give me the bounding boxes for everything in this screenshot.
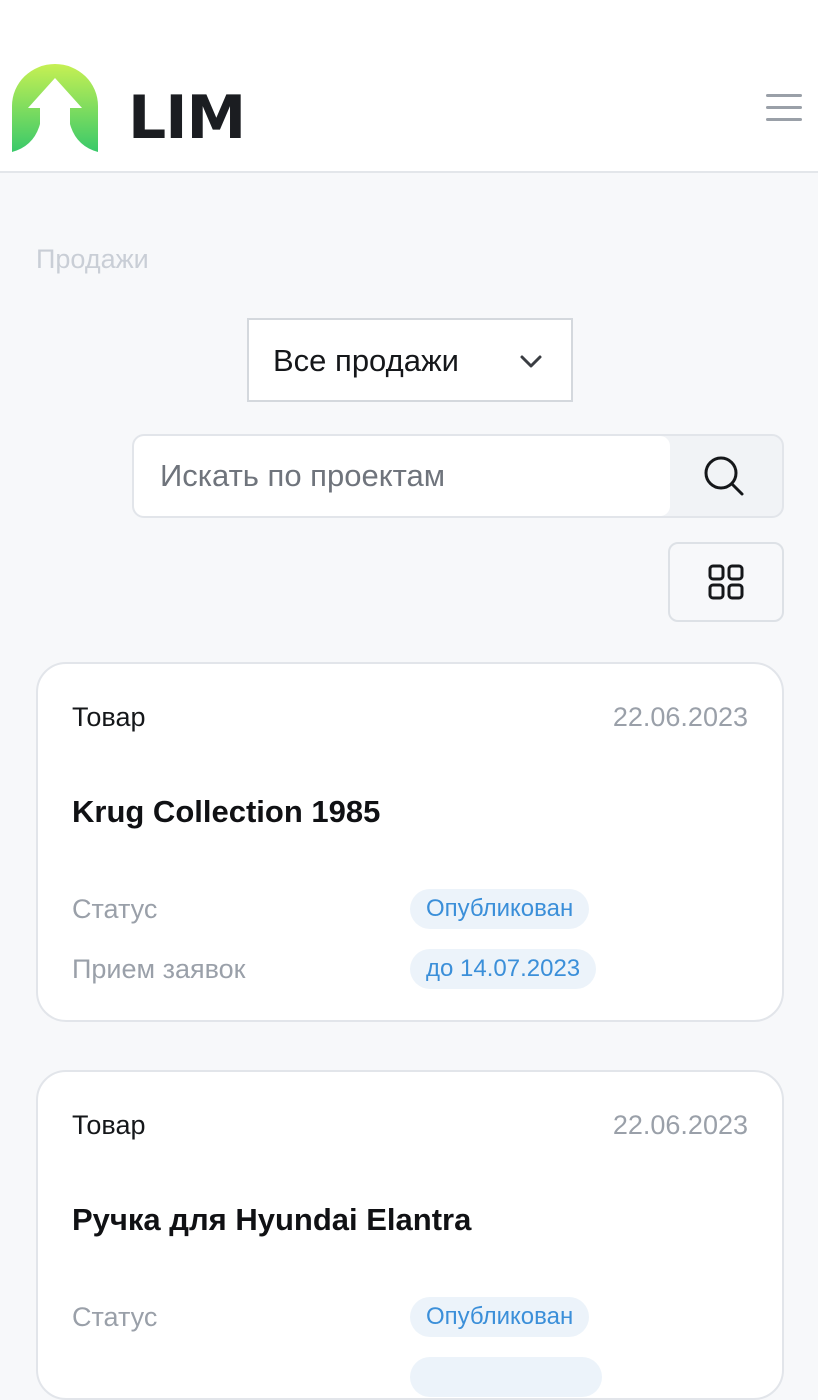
card-type: Товар <box>72 1110 146 1140</box>
sale-card[interactable]: Товар 22.06.2023 Krug Collection 1985 Ст… <box>36 662 784 1022</box>
card-date: 22.06.2023 <box>612 1110 748 1140</box>
sales-filter-select[interactable]: Все продажи <box>247 318 573 402</box>
status-label: Статус <box>72 1302 158 1332</box>
card-type: Товар <box>72 702 146 732</box>
hamburger-icon-line <box>766 118 802 121</box>
card-date: 22.06.2023 <box>612 702 748 732</box>
status-badge: Опубликован <box>410 889 590 929</box>
hamburger-icon <box>766 94 802 97</box>
sale-card[interactable]: Товар 22.06.2023 Ручка для Hyundai Elant… <box>36 1070 784 1400</box>
breadcrumb[interactable]: Продажи <box>36 242 149 276</box>
logo-icon[interactable] <box>12 64 98 152</box>
search-button[interactable] <box>694 450 754 502</box>
deadline-badge: до 14.07.2023 <box>410 949 597 989</box>
card-title[interactable]: Ручка для Hyundai Elantra <box>72 1200 471 1240</box>
status-badge: Опубликован <box>410 1297 590 1337</box>
deadline-badge-partial <box>410 1357 602 1397</box>
search-icon <box>704 456 744 496</box>
status-label: Статус <box>72 894 158 924</box>
deadline-label: Прием заявок <box>72 954 246 984</box>
search-field-wrapper <box>134 436 670 516</box>
chevron-down-icon <box>520 355 542 368</box>
hamburger-icon-line <box>766 106 802 109</box>
sales-filter-value: Все продажи <box>273 343 459 378</box>
grid-view-icon <box>708 564 744 600</box>
menu-button[interactable] <box>760 88 808 128</box>
site-header: LIM <box>0 0 818 173</box>
logo-text[interactable]: LIM <box>128 82 246 154</box>
search-input[interactable] <box>134 436 670 516</box>
project-search <box>132 434 784 518</box>
card-title[interactable]: Krug Collection 1985 <box>72 792 380 832</box>
view-toggle-button[interactable] <box>668 542 784 622</box>
